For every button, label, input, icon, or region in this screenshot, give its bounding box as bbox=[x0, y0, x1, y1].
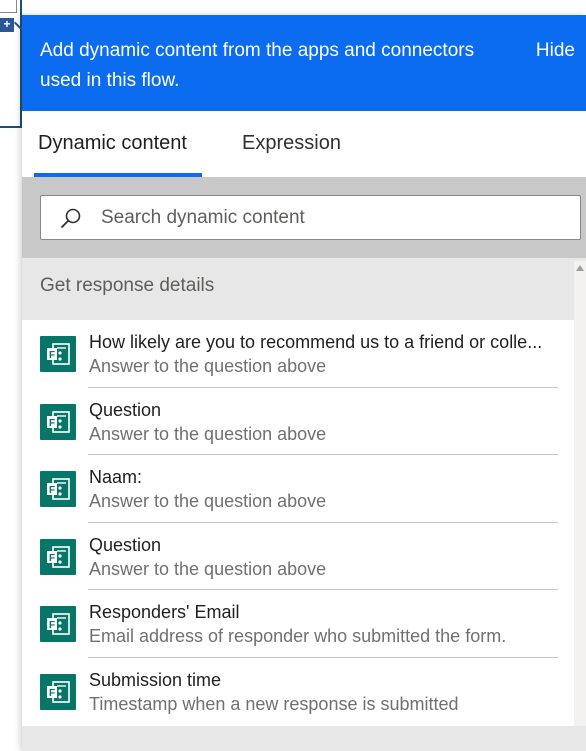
list-item[interactable]: F Naam: Answer to the question above bbox=[22, 455, 586, 523]
item-title: Responders' Email bbox=[89, 602, 240, 623]
svg-text:F: F bbox=[49, 485, 55, 496]
list-item[interactable]: F How likely are you to recommend us to … bbox=[22, 320, 586, 388]
section-header[interactable]: Get response details bbox=[22, 258, 586, 320]
list-item[interactable]: F Question Answer to the question above bbox=[22, 523, 586, 591]
svg-text:F: F bbox=[49, 418, 55, 429]
item-description: Email address of responder who submitted… bbox=[89, 626, 507, 647]
tab-bar: Dynamic content Expression bbox=[22, 111, 586, 177]
item-description: Timestamp when a new response is submitt… bbox=[89, 693, 459, 714]
item-description: Answer to the question above bbox=[89, 491, 327, 512]
search-area bbox=[22, 177, 586, 258]
info-banner: Add dynamic content from the apps and co… bbox=[22, 15, 586, 111]
hide-button[interactable]: Hide bbox=[536, 36, 575, 66]
list-item[interactable]: F Responders' Email Email address of res… bbox=[22, 590, 586, 658]
forms-icon: F bbox=[40, 336, 76, 372]
item-title: Question bbox=[89, 534, 162, 555]
forms-icon: F bbox=[40, 538, 76, 575]
forms-icon: F bbox=[40, 606, 76, 643]
item-description: Answer to the question above bbox=[89, 558, 327, 579]
svg-text:F: F bbox=[49, 620, 55, 631]
item-description: Answer to the question above bbox=[89, 356, 327, 376]
svg-text:F: F bbox=[49, 553, 55, 564]
forms-icon: F bbox=[40, 673, 76, 710]
tab-dynamic-content[interactable]: Dynamic content bbox=[38, 130, 187, 156]
item-title: How likely are you to recommend us to a … bbox=[89, 332, 543, 352]
svg-text:F: F bbox=[49, 350, 55, 361]
dynamic-content-list: F How likely are you to recommend us to … bbox=[22, 320, 586, 726]
list-item[interactable]: F Submission time Timestamp when a new r… bbox=[22, 658, 586, 726]
section-title: Get response details bbox=[40, 275, 215, 296]
forms-icon: F bbox=[40, 403, 76, 440]
add-step-plus-icon[interactable]: + bbox=[0, 18, 14, 32]
search-box[interactable] bbox=[40, 195, 581, 240]
flow-card-checkbox[interactable] bbox=[0, 0, 17, 13]
item-title: Question bbox=[89, 399, 162, 420]
search-icon bbox=[59, 206, 83, 230]
banner-text: Add dynamic content from the apps and co… bbox=[40, 40, 475, 91]
tab-expression[interactable]: Expression bbox=[242, 130, 341, 156]
list-item[interactable]: F Question Answer to the question above bbox=[22, 388, 586, 456]
scrollbar[interactable] bbox=[574, 261, 586, 726]
forms-icon: F bbox=[40, 471, 76, 508]
next-section-header bbox=[22, 726, 586, 751]
item-description: Answer to the question above bbox=[89, 423, 327, 444]
dynamic-content-panel: Add dynamic content from the apps and co… bbox=[22, 15, 586, 751]
search-input[interactable] bbox=[101, 196, 561, 239]
svg-text:F: F bbox=[49, 688, 55, 699]
item-title: Naam: bbox=[89, 467, 143, 488]
item-title: Submission time bbox=[89, 669, 222, 690]
scroll-up-arrow-icon[interactable] bbox=[576, 265, 584, 271]
